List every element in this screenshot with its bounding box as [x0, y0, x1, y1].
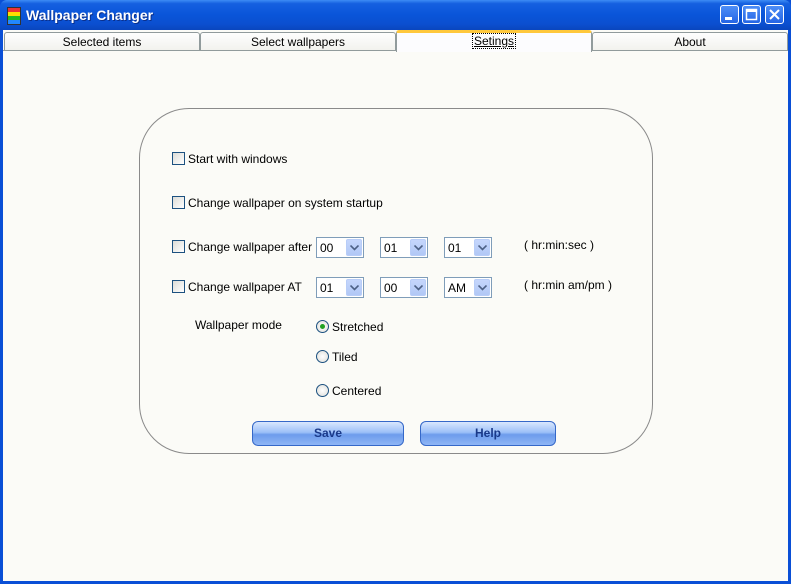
- change-at-format-hint: ( hr:min am/pm ): [524, 278, 613, 292]
- wallpaper-mode-label: Wallpaper mode: [195, 318, 282, 332]
- tab-select-wallpapers[interactable]: Select wallpapers: [200, 32, 396, 50]
- maximize-icon: [745, 8, 758, 21]
- client-area: Selected items Select wallpapers Setings…: [3, 30, 788, 581]
- start-with-windows-checkbox[interactable]: [172, 152, 185, 165]
- app-window: Wallpaper Changer Selected items Select …: [0, 0, 791, 584]
- mode-tiled-radio[interactable]: [316, 350, 329, 363]
- tab-selected-items[interactable]: Selected items: [4, 32, 200, 50]
- close-button[interactable]: [765, 5, 784, 24]
- change-after-seconds-select[interactable]: 01: [444, 237, 492, 258]
- settings-panel: Start with windows Change wallpaper on s…: [139, 108, 653, 454]
- change-after-format-hint: ( hr:min:sec ): [524, 238, 595, 252]
- change-at-minutes-select[interactable]: 00: [380, 277, 428, 298]
- chevron-down-icon[interactable]: [410, 279, 426, 296]
- minimize-icon: [725, 17, 732, 20]
- change-on-startup-checkbox[interactable]: [172, 196, 185, 209]
- change-at-hours-value: 01: [320, 281, 334, 295]
- title-bar[interactable]: Wallpaper Changer: [0, 0, 791, 30]
- help-button[interactable]: Help: [420, 421, 556, 446]
- mode-tiled-label[interactable]: Tiled: [332, 350, 358, 364]
- save-button[interactable]: Save: [252, 421, 404, 446]
- change-on-startup-label[interactable]: Change wallpaper on system startup: [188, 196, 383, 210]
- chevron-down-icon[interactable]: [474, 239, 490, 256]
- change-at-hours-select[interactable]: 01: [316, 277, 364, 298]
- change-after-hours-select[interactable]: 00: [316, 237, 364, 258]
- change-after-minutes-value: 01: [384, 241, 398, 255]
- maximize-button[interactable]: [742, 5, 761, 24]
- minimize-button[interactable]: [720, 5, 739, 24]
- tab-about[interactable]: About: [592, 32, 788, 50]
- change-after-label[interactable]: Change wallpaper after: [188, 240, 312, 254]
- mode-stretched-radio[interactable]: [316, 320, 329, 333]
- change-after-checkbox[interactable]: [172, 240, 185, 253]
- change-after-seconds-value: 01: [448, 241, 462, 255]
- start-with-windows-label[interactable]: Start with windows: [188, 152, 287, 166]
- change-after-minutes-select[interactable]: 01: [380, 237, 428, 258]
- change-after-hours-value: 00: [320, 241, 334, 255]
- change-at-checkbox[interactable]: [172, 280, 185, 293]
- change-at-minutes-value: 00: [384, 281, 398, 295]
- tab-settings[interactable]: Setings: [396, 30, 592, 52]
- chevron-down-icon[interactable]: [346, 239, 362, 256]
- chevron-down-icon[interactable]: [410, 239, 426, 256]
- tab-settings-label: Setings: [471, 33, 517, 49]
- change-at-ampm-value: AM: [448, 281, 466, 295]
- window-title: Wallpaper Changer: [26, 7, 154, 23]
- mode-stretched-label[interactable]: Stretched: [332, 320, 383, 334]
- tab-strip: Selected items Select wallpapers Setings…: [3, 30, 788, 52]
- mode-centered-radio[interactable]: [316, 384, 329, 397]
- radio-selected-dot: [320, 324, 325, 329]
- chevron-down-icon[interactable]: [346, 279, 362, 296]
- close-icon: [769, 9, 780, 20]
- change-at-ampm-select[interactable]: AM: [444, 277, 492, 298]
- chevron-down-icon[interactable]: [474, 279, 490, 296]
- app-icon[interactable]: [7, 7, 21, 25]
- change-at-label[interactable]: Change wallpaper AT: [188, 280, 302, 294]
- mode-centered-label[interactable]: Centered: [332, 384, 381, 398]
